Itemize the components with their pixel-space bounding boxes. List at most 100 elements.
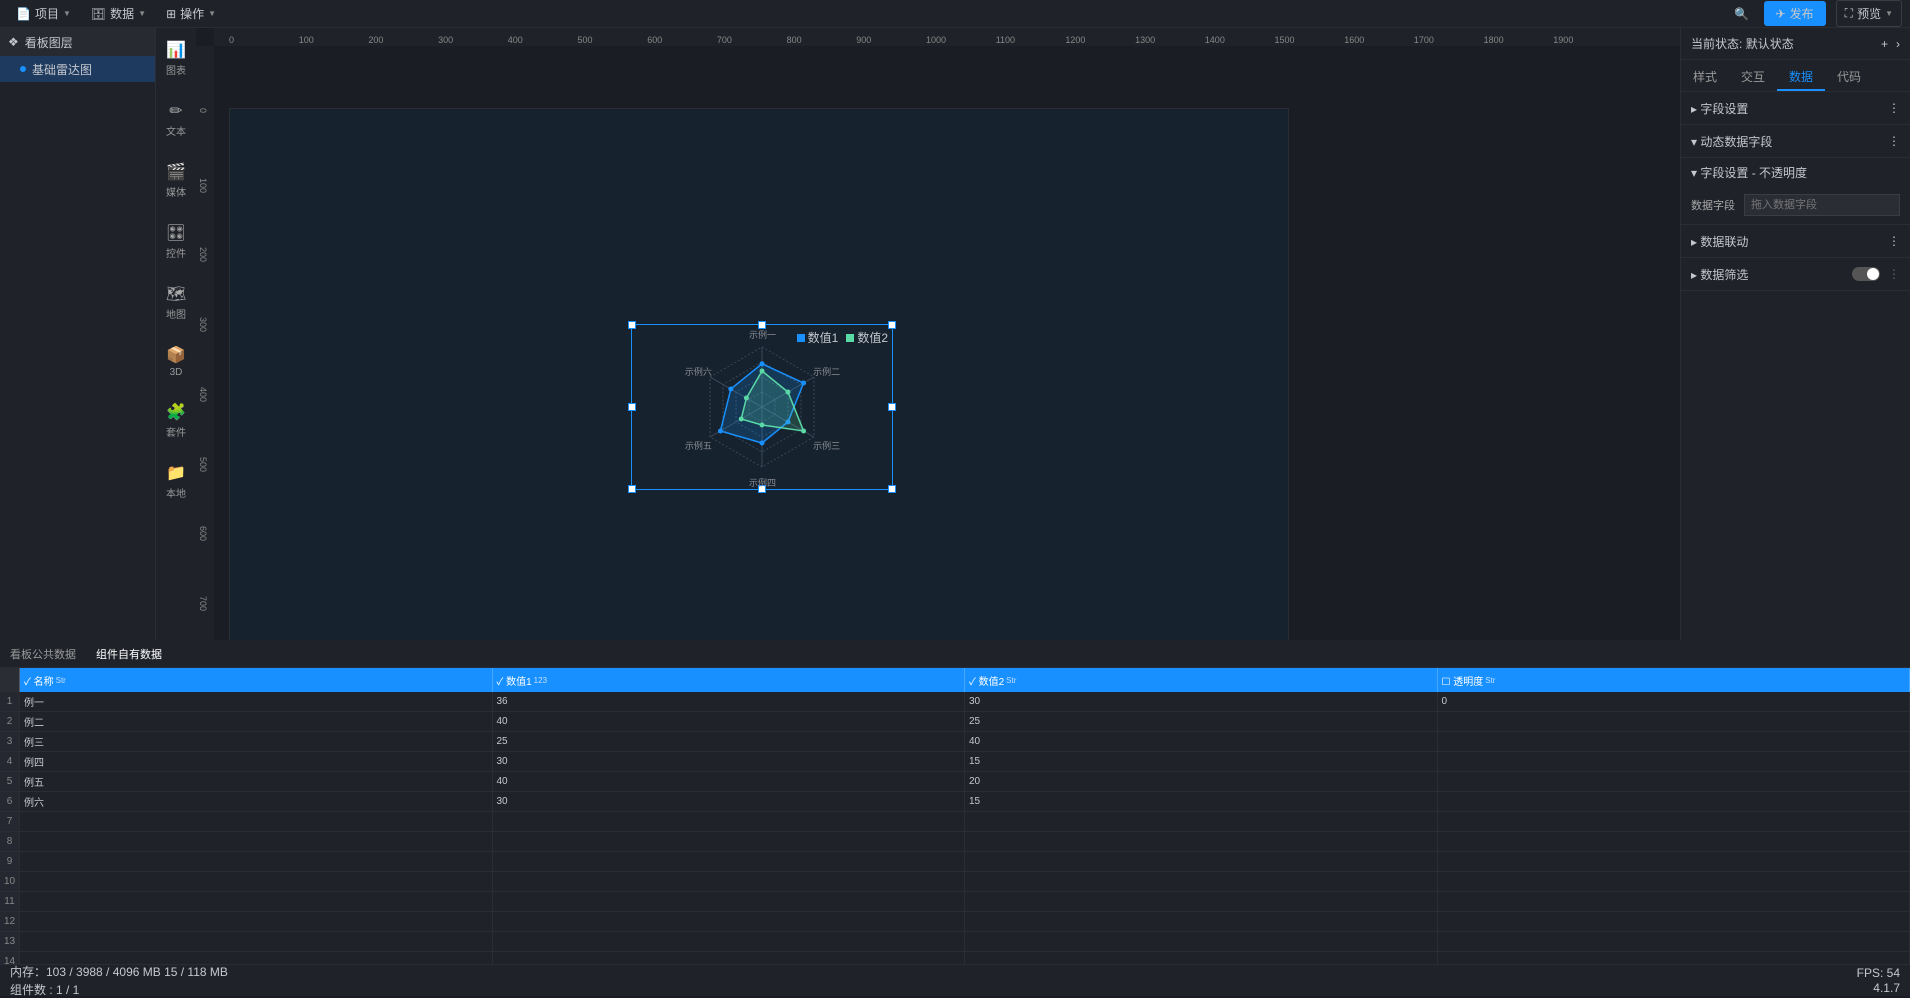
- more-icon[interactable]: ⋮: [1888, 267, 1900, 281]
- grid-row-empty[interactable]: 8: [0, 832, 1910, 852]
- grid-row[interactable]: 4例四3015: [0, 752, 1910, 772]
- grid-col-名称[interactable]: ✓ 名称Str: [20, 668, 493, 692]
- publish-button[interactable]: ✈ 发布: [1764, 1, 1826, 26]
- section-header[interactable]: ▾ 动态数据字段 ⋮: [1681, 125, 1910, 157]
- filter-toggle[interactable]: [1852, 267, 1880, 281]
- tab-style[interactable]: 样式: [1681, 60, 1729, 91]
- grid-col-数值2[interactable]: ✓ 数值2Str: [965, 668, 1438, 692]
- layer-dot-icon: [20, 66, 26, 72]
- section-header[interactable]: ▾ 字段设置 - 不透明度: [1681, 158, 1910, 186]
- section-title: 动态数据字段: [1700, 135, 1772, 149]
- tab-data[interactable]: 数据: [1777, 60, 1825, 91]
- tool-本地[interactable]: 📁 本地: [162, 459, 190, 504]
- menu-ops[interactable]: ⊞ 操作 ▼: [158, 1, 224, 26]
- grid-row-empty[interactable]: 12: [0, 912, 1910, 932]
- axis-label-2: 示例三: [813, 439, 840, 452]
- section-body: 数据字段: [1681, 186, 1910, 224]
- grid-row-empty[interactable]: 9: [0, 852, 1910, 872]
- axis-label-4: 示例五: [685, 439, 712, 452]
- grid-col-数值1[interactable]: ✓ 数值1123: [493, 668, 966, 692]
- more-icon[interactable]: ⋮: [1888, 234, 1900, 248]
- data-icon: 🗄: [91, 7, 106, 21]
- grid-row[interactable]: 1例一36300: [0, 692, 1910, 712]
- data-grid[interactable]: ✓ 名称Str✓ 数值1123✓ 数值2Str☐ 透明度Str1例一363002…: [0, 668, 1910, 964]
- properties-panel: 当前状态: 默认状态 + › 样式 交互 数据 代码 ▸ 字段设置 ⋮ ▾ 动态…: [1680, 28, 1910, 996]
- menu-ops-label: 操作: [180, 5, 204, 22]
- grid-row-empty[interactable]: 13: [0, 932, 1910, 952]
- section-field-settings: ▸ 字段设置 ⋮: [1681, 92, 1910, 125]
- publish-label: 发布: [1790, 5, 1814, 22]
- tool-icon: 🎛: [166, 223, 186, 243]
- menu-data[interactable]: 🗄 数据 ▼: [83, 1, 154, 26]
- fps-status: FPS: 54: [1857, 966, 1900, 980]
- tool-套件[interactable]: 🧩套件: [162, 398, 190, 443]
- layer-item[interactable]: 基础雷达图: [0, 56, 155, 82]
- tool-3D[interactable]: 📦3D: [162, 341, 190, 382]
- search-icon: 🔍: [1734, 7, 1749, 21]
- tool-控件[interactable]: 🎛控件: [162, 219, 190, 264]
- section-title: 字段设置: [1700, 102, 1748, 116]
- send-icon: ✈: [1776, 7, 1786, 21]
- tool-媒体[interactable]: 🎬媒体: [162, 158, 190, 203]
- tool-label: 本地: [166, 485, 186, 500]
- tab-board-data[interactable]: 看板公共数据: [0, 640, 86, 668]
- grid-row-empty[interactable]: 10: [0, 872, 1910, 892]
- grid-row[interactable]: 3例三2540: [0, 732, 1910, 752]
- add-state-button[interactable]: +: [1881, 37, 1888, 51]
- grid-row-empty[interactable]: 7: [0, 812, 1910, 832]
- memory-status: 内存：103 / 3988 / 4096 MB 15 / 118 MB: [10, 963, 228, 980]
- resize-handle-bl[interactable]: [628, 485, 636, 493]
- section-header[interactable]: ▸ 字段设置 ⋮: [1681, 92, 1910, 124]
- layer-title: 看板图层: [25, 34, 73, 51]
- resize-handle-tr[interactable]: [888, 321, 896, 329]
- tool-图表[interactable]: 📊图表: [162, 36, 190, 81]
- topbar-left: 📄 项目 ▼ 🗄 数据 ▼ ⊞ 操作 ▼: [8, 1, 224, 26]
- preview-label: 预览: [1857, 5, 1881, 22]
- resize-handle-br[interactable]: [888, 485, 896, 493]
- tool-label: 地图: [166, 306, 186, 321]
- topbar-right: 🔍 ✈ 发布 ⛶ 预览 ▼: [1730, 0, 1902, 27]
- section-dynamic-field: ▾ 动态数据字段 ⋮: [1681, 125, 1910, 158]
- grid-row-empty[interactable]: 11: [0, 892, 1910, 912]
- status-right: FPS: 54 4.1.7: [1857, 966, 1900, 995]
- resize-handle-ml[interactable]: [628, 403, 636, 411]
- tab-component-data[interactable]: 组件自有数据: [86, 640, 172, 668]
- search-button[interactable]: 🔍: [1730, 2, 1754, 26]
- section-header[interactable]: ▸ 数据联动 ⋮: [1681, 225, 1910, 257]
- grid-row[interactable]: 5例五4020: [0, 772, 1910, 792]
- layer-header[interactable]: ❖ 看板图层: [0, 28, 155, 56]
- data-field-input[interactable]: [1744, 194, 1900, 216]
- tool-icon: 📁: [166, 463, 186, 483]
- menu-project[interactable]: 📄 项目 ▼: [8, 1, 79, 26]
- resize-handle-mr[interactable]: [888, 403, 896, 411]
- legend-item-2: 数值2: [846, 329, 888, 346]
- more-icon[interactable]: ⋮: [1888, 101, 1900, 115]
- chevron-down-icon: ▼: [63, 9, 71, 18]
- chevron-right-icon[interactable]: ›: [1896, 37, 1900, 51]
- grid-row[interactable]: 6例六3015: [0, 792, 1910, 812]
- radar-chart-selection[interactable]: 数值1 数值2 示例一示例二示例三示例四示例五示例六: [631, 324, 893, 490]
- chevron-down-icon: ▾: [1691, 135, 1700, 149]
- tool-地图[interactable]: 🗺地图: [162, 280, 190, 325]
- main: ❖ 看板图层 基础雷达图 📊图表✏文本🎬媒体🎛控件🗺地图📦3D🧩套件📁本地 01…: [0, 28, 1910, 996]
- status-left: 内存：103 / 3988 / 4096 MB 15 / 118 MB 组件数 …: [10, 963, 228, 998]
- grid-row[interactable]: 2例二4025: [0, 712, 1910, 732]
- menu-data-label: 数据: [110, 5, 134, 22]
- section-header[interactable]: ▸ 数据筛选 ⋮: [1681, 258, 1910, 290]
- tool-icon: 🧩: [166, 402, 186, 422]
- grid-row-empty[interactable]: 14: [0, 952, 1910, 964]
- tab-interact[interactable]: 交互: [1729, 60, 1777, 91]
- menu-project-label: 项目: [35, 5, 59, 22]
- tab-code[interactable]: 代码: [1825, 60, 1873, 91]
- grid-col-透明度[interactable]: ☐ 透明度Str: [1438, 668, 1910, 692]
- preview-button[interactable]: ⛶ 预览 ▼: [1836, 0, 1902, 27]
- chevron-right-icon: ▸: [1691, 235, 1700, 249]
- chevron-down-icon: ▼: [1885, 9, 1893, 18]
- chevron-down-icon: ▼: [138, 9, 146, 18]
- resize-handle-tl[interactable]: [628, 321, 636, 329]
- tool-icon: ✏: [166, 101, 186, 121]
- section-data-filter: ▸ 数据筛选 ⋮: [1681, 258, 1910, 291]
- more-icon[interactable]: ⋮: [1888, 134, 1900, 148]
- grid-icon: ⊞: [166, 7, 176, 21]
- tool-文本[interactable]: ✏文本: [162, 97, 190, 142]
